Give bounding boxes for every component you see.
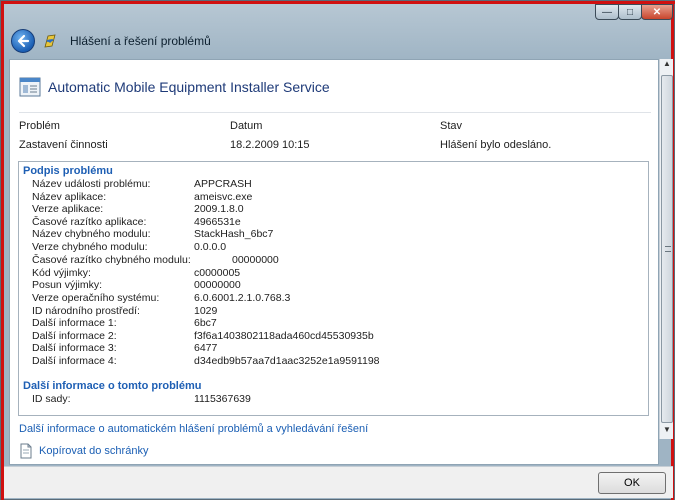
scroll-up-icon[interactable]: ▲: [660, 59, 674, 73]
detail-label: Verze operačního systému:: [32, 292, 160, 304]
more-info-section-title: Další informace o tomto problému: [23, 380, 202, 392]
details-box: Podpis problému Název události problému:…: [18, 161, 649, 416]
close-button[interactable]: ✕: [641, 4, 673, 20]
report-icon: [19, 77, 41, 97]
detail-value: 6bc7: [194, 317, 217, 329]
detail-label: Název události problému:: [32, 178, 151, 190]
column-header-status: Stav: [440, 120, 463, 132]
detail-value: 4966531e: [194, 216, 241, 228]
navigation-bar: Hlášení a řešení problémů: [4, 27, 673, 57]
detail-label: Název aplikace:: [32, 191, 107, 203]
detail-label: Kód výjimky:: [32, 267, 91, 279]
detail-value: ameisvc.exe: [194, 191, 253, 203]
problem-value: Zastavení činnosti: [19, 139, 108, 151]
dialog-window: — □ ✕ Hlášení a řešení problémů Automati…: [0, 0, 675, 500]
detail-value: APPCRASH: [194, 178, 252, 190]
status-value: Hlášení bylo odesláno.: [440, 139, 552, 151]
detail-label: Časové razítko chybného modulu:: [32, 254, 191, 266]
report-header: Automatic Mobile Equipment Installer Ser…: [19, 77, 330, 97]
maximize-button[interactable]: □: [618, 4, 642, 20]
detail-value: 00000000: [194, 279, 241, 291]
report-title: Automatic Mobile Equipment Installer Ser…: [48, 79, 330, 95]
detail-label: Další informace 4:: [32, 355, 117, 367]
column-header-date: Datum: [230, 120, 263, 132]
detail-value: d34edb9b57aa7d1aac3252e1a9591198: [194, 355, 380, 367]
scroll-down-icon[interactable]: ▼: [660, 425, 674, 439]
date-value: 18.2.2009 10:15: [230, 139, 310, 151]
back-button[interactable]: [11, 29, 35, 53]
column-header-problem: Problém: [19, 120, 60, 132]
detail-value: 2009.1.8.0: [194, 203, 244, 215]
detail-value: 00000000: [232, 254, 279, 266]
divider: [19, 112, 651, 113]
action-center-icon: [44, 34, 56, 48]
grip-icon: [665, 246, 671, 252]
copy-to-clipboard[interactable]: Kopírovat do schránky: [19, 443, 148, 459]
detail-value: 1029: [194, 305, 218, 317]
ok-button[interactable]: OK: [598, 472, 666, 494]
detail-label: ID sady:: [32, 393, 71, 405]
back-arrow-icon: [17, 34, 30, 48]
copy-link[interactable]: Kopírovat do schránky: [39, 445, 148, 457]
detail-label: Další informace 2:: [32, 330, 117, 342]
detail-label: Posun výjimky:: [32, 279, 103, 291]
detail-value: 6.0.6001.2.1.0.768.3: [194, 292, 291, 304]
nav-title: Hlášení a řešení problémů: [70, 34, 211, 48]
button-bar: OK: [4, 466, 673, 498]
report-panel: Automatic Mobile Equipment Installer Ser…: [9, 59, 659, 465]
detail-value: StackHash_6bc7: [194, 228, 274, 240]
detail-value: 1115367639: [194, 393, 251, 405]
detail-label: Název chybného modulu:: [32, 228, 151, 240]
detail-value: 6477: [194, 342, 218, 354]
minimize-button[interactable]: —: [595, 4, 619, 20]
title-bar[interactable]: — □ ✕: [4, 4, 673, 26]
detail-value: f3f6a1403802118ada460cd45530935b: [194, 330, 374, 342]
frame-left-edge: [1, 1, 4, 500]
detail-label: ID národního prostředí:: [32, 305, 140, 317]
detail-label: Verze chybného modulu:: [32, 241, 148, 253]
vertical-scrollbar[interactable]: ▲ ▼: [659, 59, 673, 439]
signature-section-title: Podpis problému: [23, 165, 113, 177]
detail-label: Další informace 1:: [32, 317, 117, 329]
detail-value: c0000005: [194, 267, 241, 279]
detail-value: 0.0.0.0: [194, 241, 227, 253]
more-info-link[interactable]: Další informace o automatickém hlášení p…: [19, 423, 368, 435]
detail-label: Další informace 3:: [32, 342, 117, 354]
copy-icon: [20, 443, 32, 459]
scroll-thumb[interactable]: [661, 75, 673, 423]
detail-label: Verze aplikace:: [32, 203, 104, 215]
detail-label: Časové razítko aplikace:: [32, 216, 147, 228]
